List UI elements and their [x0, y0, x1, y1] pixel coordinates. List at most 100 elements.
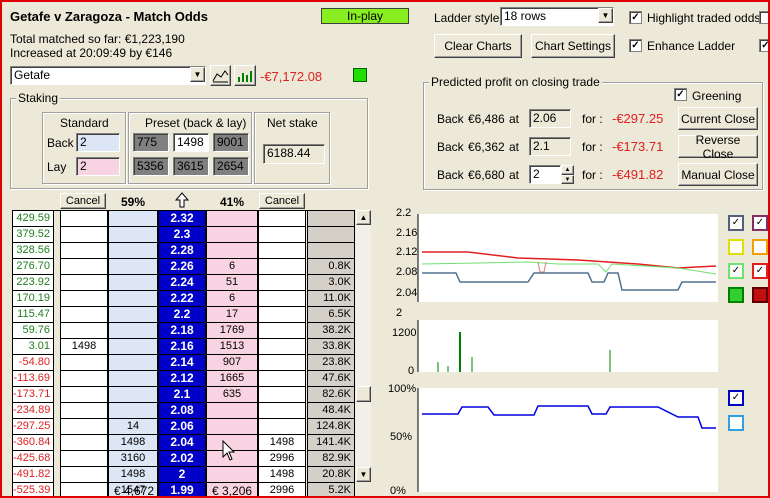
ladder-cell-tv [307, 243, 355, 259]
highlight-checkbox[interactable]: ✓ [629, 11, 642, 24]
ladder-cell-lay[interactable] [258, 339, 306, 355]
ladder-cell-tv: 141.4K [307, 435, 355, 451]
ladder-cell-back[interactable] [60, 355, 108, 371]
manual-odds-input[interactable]: 2 [529, 165, 561, 184]
preset-lay-3[interactable]: 2654 [213, 157, 249, 176]
ladder-cell-lay[interactable] [258, 419, 306, 435]
ladder-cell-back[interactable] [60, 243, 108, 259]
legend-toggle-darkred[interactable] [752, 287, 768, 303]
ladder-cell-lay[interactable] [258, 275, 306, 291]
ladder-cell-pnl: 328.56 [12, 243, 54, 259]
ladder-cell-pnl: 429.59 [12, 211, 54, 227]
reverse-close-button[interactable]: Reverse Close [678, 133, 758, 161]
ladder-cell-lay[interactable] [258, 371, 306, 387]
greening-checkbox[interactable]: ✓ [674, 88, 687, 101]
legend-toggle-navy[interactable]: ✓ [728, 390, 744, 406]
ladder-cell-back[interactable] [60, 387, 108, 403]
ladder-cell-lay[interactable]: 2996 [258, 483, 306, 496]
preset-lay-2[interactable]: 3615 [173, 157, 209, 176]
extra-checkbox[interactable] [759, 11, 768, 24]
legend-toggle-green[interactable] [728, 287, 744, 303]
ladder-cell-odds: 2.24 [158, 275, 206, 291]
legend-toggle-skyblue[interactable] [728, 415, 744, 431]
volume-chart-button[interactable] [234, 65, 256, 86]
price-tick: 2.08 [396, 266, 417, 278]
standard-back-input[interactable]: 2 [76, 133, 120, 152]
lay-label: Lay [47, 160, 67, 174]
ladder-cell-odds: 2.16 [158, 339, 206, 355]
legend-toggle-red[interactable]: ✓ [752, 263, 768, 279]
ladder-cell-back[interactable] [60, 435, 108, 451]
ladder-cell-lay[interactable] [258, 355, 306, 371]
ladder-cell-back[interactable] [60, 291, 108, 307]
ladder-cell-pnl: 3.01 [12, 339, 54, 355]
chevron-down-icon[interactable]: ▼ [598, 8, 613, 23]
ladder-cell-back[interactable] [60, 483, 108, 496]
price-tick: 2.04 [396, 287, 417, 299]
scroll-thumb[interactable] [356, 386, 371, 402]
preset-lay-1[interactable]: 5356 [133, 157, 169, 176]
ladder-cell-lay[interactable]: 1498 [258, 467, 306, 483]
legend-toggle-orange[interactable] [752, 239, 768, 255]
clear-charts-button[interactable]: Clear Charts [434, 34, 522, 58]
ladder-cell-lay[interactable] [258, 403, 306, 419]
preset-back-2[interactable]: 1498 [173, 133, 209, 152]
legend-toggle-lightgreen[interactable]: ✓ [728, 263, 744, 279]
ladder-cell-back[interactable] [60, 467, 108, 483]
ladder-cell-lay[interactable] [258, 243, 306, 259]
ladder-cell-back[interactable] [60, 323, 108, 339]
ladder-scrollbar[interactable] [356, 210, 371, 482]
ladder-cell-back[interactable] [60, 227, 108, 243]
ladder-cell-lay[interactable] [258, 259, 306, 275]
legend-toggle-blue[interactable]: ✓ [728, 215, 744, 231]
cancel-back-button[interactable]: Cancel [60, 193, 106, 209]
preset-back-3[interactable]: 9001 [213, 133, 249, 152]
scroll-up-icon[interactable]: ▲ [356, 210, 371, 225]
ladder-style-select[interactable]: 18 rows ▼ [500, 7, 614, 26]
ladder-cell-lay[interactable] [258, 227, 306, 243]
ladder-cell-lay[interactable] [258, 291, 306, 307]
cancel-lay-button[interactable]: Cancel [259, 193, 305, 209]
manual-close-button[interactable]: Manual Close [678, 163, 758, 186]
enhance-ladder-checkbox[interactable]: ✓ [629, 39, 642, 52]
legend-toggle-purple[interactable]: ✓ [752, 215, 768, 231]
ladder-cell-bv [108, 307, 158, 323]
preset-back-1[interactable]: 775 [133, 133, 169, 152]
ladder-cell-pnl: 59.76 [12, 323, 54, 339]
ladder-cell-lay[interactable] [258, 307, 306, 323]
arrow-up-icon[interactable] [174, 192, 190, 208]
ladder-cell-bv [108, 259, 158, 275]
spin-up-icon[interactable]: ▲ [561, 165, 574, 175]
ladder-cell-back[interactable] [60, 451, 108, 467]
ladder-cell-lay[interactable] [258, 211, 306, 227]
line-chart-button[interactable] [210, 65, 231, 86]
net-stake-value: 6188.44 [263, 144, 325, 164]
pred-profit: -€491.82 [612, 167, 664, 182]
ladder-cell-lay[interactable]: 2996 [258, 451, 306, 467]
standard-lay-input[interactable]: 2 [76, 157, 120, 176]
ladder-cell-back[interactable] [60, 307, 108, 323]
ladder-cell-back[interactable] [60, 403, 108, 419]
ladder-cell-back[interactable] [60, 211, 108, 227]
chevron-down-icon[interactable]: ▼ [190, 67, 205, 82]
ladder-cell-pnl: -113.69 [12, 371, 54, 387]
runner-select[interactable]: Getafe ▼ [10, 66, 206, 85]
ladder-cell-lay[interactable] [258, 323, 306, 339]
ladder-cell-back[interactable] [60, 371, 108, 387]
current-close-button[interactable]: Current Close [678, 107, 758, 130]
ladder-cell-back[interactable] [60, 259, 108, 275]
ladder-cell-lv [206, 227, 258, 243]
ladder-cell-back[interactable] [60, 275, 108, 291]
scroll-down-icon[interactable]: ▼ [356, 467, 371, 482]
ladder-cell-lay[interactable]: 1498 [258, 435, 306, 451]
ladder-cell-back[interactable] [60, 419, 108, 435]
ladder-cell-pnl: -491.82 [12, 467, 54, 483]
ladder-cell-lay[interactable] [258, 387, 306, 403]
extra-checkbox-2[interactable]: ✓ [759, 39, 768, 52]
ladder-cell-bv: 3160 [108, 451, 158, 467]
legend-toggle-yellow[interactable] [728, 239, 744, 255]
ladder-cell-lv: 1665 [206, 371, 258, 387]
spin-down-icon[interactable]: ▼ [561, 175, 574, 184]
ladder-cell-back[interactable]: 1498 [60, 339, 108, 355]
chart-settings-button[interactable]: Chart Settings [531, 34, 615, 58]
